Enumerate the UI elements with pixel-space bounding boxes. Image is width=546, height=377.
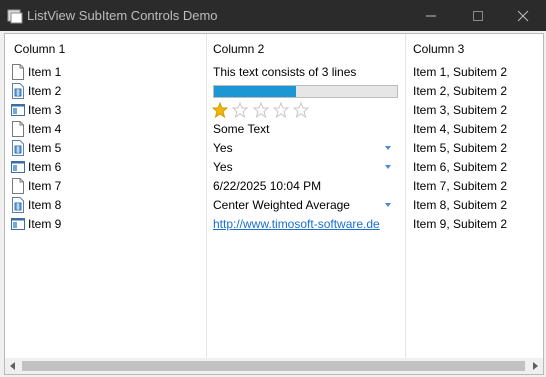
item-label: Item 7 (28, 179, 62, 193)
archive-document-icon (12, 197, 24, 213)
combobox-value[interactable]: Yes (213, 141, 233, 155)
window-icon (11, 218, 25, 230)
dropdown-arrow-icon[interactable] (385, 146, 391, 150)
list-row[interactable]: Item 4 Some Text Item 4, Subitem 2 (5, 120, 543, 139)
subitem-text: This text consists of 3 lines (213, 65, 357, 79)
list-row[interactable]: Item 1 This text consists of 3 lines Ite… (5, 63, 543, 82)
list-row[interactable]: Item 7 6/22/2025 10:04 PM Item 7, Subite… (5, 177, 543, 196)
list-row[interactable]: Item 2 Item 2, Subitem 2 (5, 82, 543, 101)
date-time-value[interactable]: 6/22/2025 10:04 PM (213, 179, 321, 193)
star-empty-icon[interactable] (252, 102, 269, 118)
subitem-text: Item 3, Subitem 2 (413, 103, 508, 117)
subitem-text: Item 8, Subitem 2 (413, 198, 508, 212)
dropdown-arrow-icon[interactable] (385, 203, 391, 207)
item-label: Item 1 (28, 65, 62, 79)
window-icon (11, 104, 25, 116)
list-row[interactable]: Item 5 Yes Item 5, Subitem 2 (5, 139, 543, 158)
combobox-value[interactable]: Center Weighted Average (213, 198, 350, 212)
column-header-3[interactable]: Column 3 (413, 42, 464, 56)
item-label: Item 4 (28, 122, 62, 136)
column-header-1[interactable]: Column 1 (14, 42, 65, 56)
listview[interactable]: Column 1 Column 2 Column 3 Item 1 This t… (4, 33, 544, 375)
subitem-text: Some Text (213, 122, 270, 136)
chevron-right-icon (533, 362, 538, 370)
item-label: Item 9 (28, 217, 62, 231)
document-icon (12, 64, 24, 80)
window-icon (11, 161, 25, 173)
close-icon (517, 10, 529, 21)
dropdown-arrow-icon[interactable] (385, 165, 391, 169)
item-label: Item 5 (28, 141, 62, 155)
window-title: ListView SubItem Controls Demo (27, 8, 218, 23)
combobox-value[interactable]: Yes (213, 160, 233, 174)
list-row[interactable]: Item 6 Yes Item 6, Subitem 2 (5, 158, 543, 177)
progress-fill (214, 86, 297, 97)
list-row[interactable]: Item 3 Item 3, Subitem 2 (5, 101, 543, 120)
horizontal-scrollbar[interactable] (5, 358, 543, 374)
archive-document-icon (12, 83, 24, 99)
subitem-text: Item 7, Subitem 2 (413, 179, 508, 193)
item-label: Item 8 (28, 198, 62, 212)
star-filled-icon[interactable] (212, 102, 228, 118)
subitem-text: Item 4, Subitem 2 (413, 122, 508, 136)
minimize-icon (426, 15, 436, 16)
hyperlink[interactable]: http://www.timosoft-software.de (213, 217, 380, 231)
subitem-text: Item 2, Subitem 2 (413, 84, 508, 98)
star-empty-icon[interactable] (273, 102, 290, 118)
scroll-right-button[interactable] (527, 358, 543, 374)
close-button[interactable] (500, 0, 546, 31)
progress-bar (213, 85, 398, 98)
scroll-left-button[interactable] (5, 358, 21, 374)
scrollbar-thumb[interactable] (22, 361, 525, 371)
list-row[interactable]: Item 8 Center Weighted Average Item 8, S… (5, 196, 543, 215)
subitem-text: Item 6, Subitem 2 (413, 160, 508, 174)
maximize-icon (473, 10, 483, 21)
column-header-2[interactable]: Column 2 (213, 42, 264, 56)
list-row[interactable]: Item 9 http://www.timosoft-software.de I… (5, 215, 543, 234)
title-bar: ListView SubItem Controls Demo (0, 0, 546, 31)
item-label: Item 6 (28, 160, 62, 174)
subitem-text: Item 5, Subitem 2 (413, 141, 508, 155)
document-icon (12, 121, 24, 137)
star-rating[interactable] (212, 102, 310, 118)
app-icon (7, 9, 23, 24)
chevron-left-icon (10, 362, 15, 370)
star-empty-icon[interactable] (232, 102, 249, 118)
item-label: Item 3 (28, 103, 62, 117)
item-label: Item 2 (28, 84, 62, 98)
document-icon (12, 178, 24, 194)
minimize-button[interactable] (408, 0, 454, 31)
star-empty-icon[interactable] (293, 102, 310, 118)
archive-document-icon (12, 140, 24, 156)
maximize-button[interactable] (455, 0, 501, 31)
subitem-text: Item 1, Subitem 2 (413, 65, 508, 79)
subitem-text: Item 9, Subitem 2 (413, 217, 508, 231)
